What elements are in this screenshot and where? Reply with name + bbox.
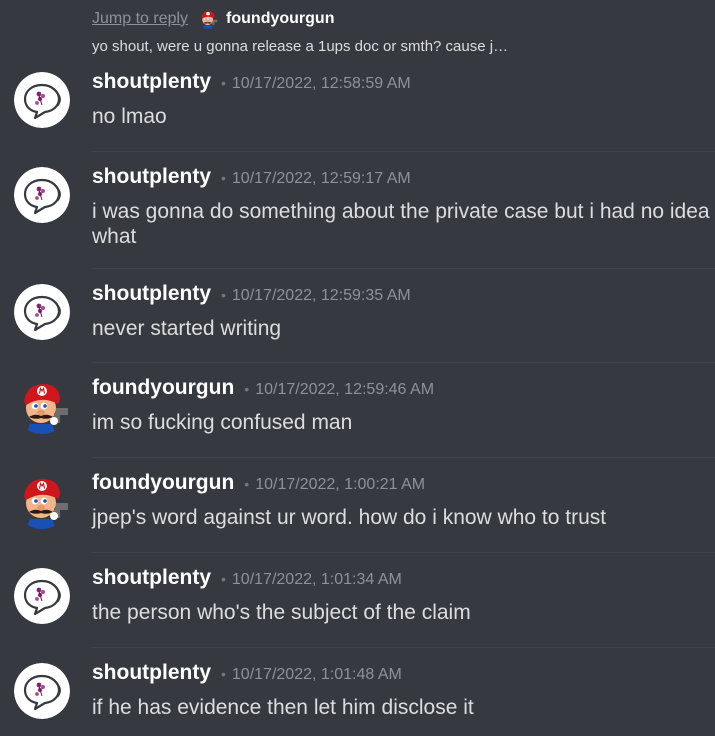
reply-preview-text[interactable]: yo shout, were u gonna release a 1ups do… — [92, 38, 612, 55]
author-name[interactable]: foundyourgun — [92, 471, 234, 495]
message-divider — [92, 457, 715, 458]
author-name[interactable]: shoutplenty — [92, 282, 211, 306]
message-divider — [92, 362, 715, 363]
message-text: no lmao — [92, 105, 167, 128]
timestamp-separator: • — [244, 476, 250, 492]
message-header: shoutplenty • 10/17/2022, 12:59:17 AM — [92, 165, 411, 189]
message-text: never started writing — [92, 317, 282, 340]
timestamp-separator: • — [221, 571, 226, 587]
speech-bubble-avatar[interactable] — [14, 568, 70, 624]
mario-icon[interactable] — [198, 9, 219, 29]
timestamp-separator: • — [221, 75, 226, 91]
author-name[interactable]: shoutplenty — [92, 661, 211, 685]
mario-avatar[interactable] — [14, 378, 70, 434]
speech-bubble-avatar[interactable] — [14, 663, 70, 719]
author-name[interactable]: foundyourgun — [92, 376, 234, 400]
mario-avatar[interactable] — [14, 473, 70, 529]
message-timestamp: 10/17/2022, 1:01:48 AM — [231, 666, 402, 683]
message-header: shoutplenty • 10/17/2022, 1:01:48 AM — [92, 661, 402, 685]
speech-bubble-avatar[interactable] — [14, 167, 70, 223]
timestamp-separator: • — [244, 381, 250, 397]
reply-reference[interactable]: Jump to reply foundyourgun — [92, 6, 334, 32]
message-timestamp: 10/17/2022, 12:59:35 AM — [231, 287, 411, 304]
timestamp-separator: • — [221, 287, 226, 303]
message-header: shoutplenty • 10/17/2022, 1:01:34 AM — [92, 566, 402, 590]
message-header: foundyourgun • 10/17/2022, 12:59:46 AM — [92, 376, 434, 400]
reply-author-name[interactable]: foundyourgun — [226, 10, 334, 28]
message-text: the person who's the subject of the clai… — [92, 601, 471, 624]
message-text: im so fucking confused man — [92, 411, 353, 434]
jump-to-reply-link[interactable]: Jump to reply — [92, 10, 188, 28]
message-timestamp: 10/17/2022, 1:01:34 AM — [231, 571, 402, 588]
message-divider — [92, 552, 715, 553]
message-header: shoutplenty • 10/17/2022, 12:58:59 AM — [92, 70, 411, 94]
message-divider — [92, 151, 715, 152]
message-text: if he has evidence then let him disclose… — [92, 696, 474, 719]
message-divider — [92, 268, 715, 269]
message-text: i was gonna do something about the priva… — [92, 200, 710, 248]
message-timestamp: 10/17/2022, 12:59:17 AM — [231, 170, 411, 187]
message-text: jpep's word against ur word. how do i kn… — [92, 506, 607, 529]
message-header: shoutplenty • 10/17/2022, 12:59:35 AM — [92, 282, 411, 306]
message-header: foundyourgun • 10/17/2022, 1:00:21 AM — [92, 471, 425, 495]
message-timestamp: 10/17/2022, 12:59:46 AM — [255, 381, 435, 398]
timestamp-separator: • — [221, 666, 226, 682]
author-name[interactable]: shoutplenty — [92, 566, 211, 590]
speech-bubble-avatar[interactable] — [14, 72, 70, 128]
timestamp-separator: • — [221, 170, 226, 186]
message-timestamp: 10/17/2022, 1:00:21 AM — [255, 476, 426, 493]
message-divider — [92, 647, 715, 648]
speech-bubble-avatar[interactable] — [14, 284, 70, 340]
author-name[interactable]: shoutplenty — [92, 70, 211, 94]
message-timestamp: 10/17/2022, 12:58:59 AM — [231, 75, 411, 92]
author-name[interactable]: shoutplenty — [92, 165, 211, 189]
